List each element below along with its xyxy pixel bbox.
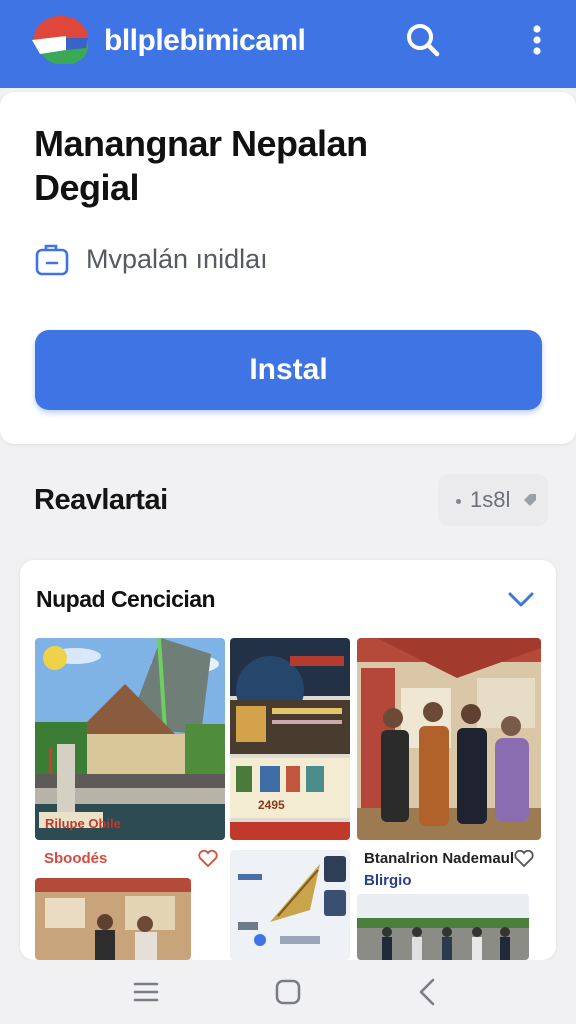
posters-photo [230,638,350,840]
tag-icon [524,494,536,506]
briefcase-icon [35,244,69,276]
thumbnail-caption: Sboodés [44,850,108,867]
search-icon [407,24,440,57]
people-photo [357,638,541,840]
recents-icon[interactable] [126,974,166,1010]
heart-outline-icon[interactable] [198,850,218,868]
heart-outline-icon[interactable] [514,850,534,868]
gallery-thumbnail-group[interactable] [357,894,529,960]
gallery-thumbnail-posters[interactable]: 2495 [230,638,350,840]
chip-label: 1s8l [470,487,511,512]
app-meta-text: Mvpalán ınidlaı [86,244,268,274]
brochure-photo [230,850,350,960]
gallery-title: Nupad Cencician [36,586,216,612]
app-name: Manangnar Nepalan Degial [34,123,368,208]
more-vert-icon [533,25,541,55]
building-photo [35,638,225,840]
group-photo [357,894,529,960]
interior-photo [35,878,191,960]
image-text: 2495 [258,798,285,812]
gallery-thumbnail-brochure[interactable] [230,850,350,960]
app-logo-icon [32,16,89,64]
gallery-thumbnail-building[interactable]: Rilupe Obile [35,638,225,840]
home-icon[interactable] [268,974,308,1010]
thumbnail-caption: Btanalrion Nademaul [364,850,515,867]
chevron-down-icon[interactable] [504,584,538,614]
chip-dot [456,499,461,504]
back-icon[interactable] [408,974,448,1010]
gallery-thumbnail-interior[interactable] [35,878,191,960]
gallery-card: Nupad Cencician Rilupe Obile 2495 Sboodé… [20,560,556,960]
search-button[interactable] [400,18,446,64]
app-title: bllplebimicaml [104,24,306,57]
app-info-card: Manangnar Nepalan Degial Mvpalán ınidlaı… [0,92,576,444]
section-title: Reavlartai [34,484,168,516]
thumbnail-caption: Blirgio [364,872,412,889]
image-text: Rilupe Obile [45,816,121,831]
more-options-button[interactable] [520,18,554,64]
install-button[interactable]: Instal [35,330,542,410]
top-app-bar: bllplebimicaml [0,0,576,88]
section-chip[interactable]: 1s8l [438,474,548,526]
gallery-thumbnail-people[interactable] [357,638,541,840]
system-nav-bar [0,960,576,1024]
